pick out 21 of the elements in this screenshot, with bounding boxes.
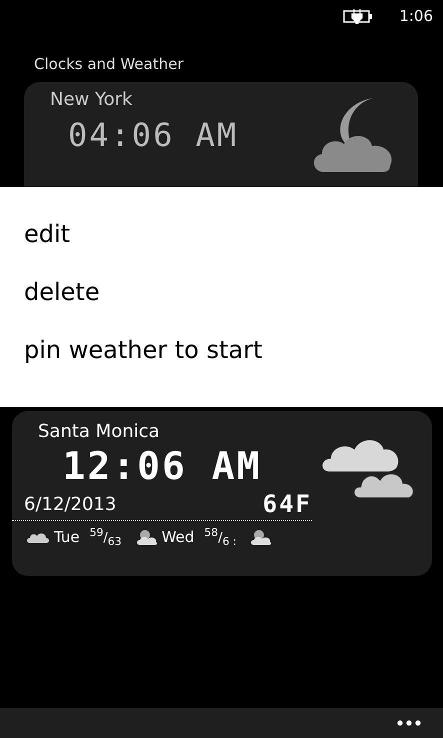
battery-charging-icon: [343, 8, 374, 24]
menu-item[interactable]: pin weather to start: [24, 335, 443, 393]
status-time: 1:06: [399, 7, 433, 25]
forecast-temps: $^{59}$/$_{63}$: [90, 526, 122, 548]
more-icon[interactable]: [397, 720, 421, 726]
city-name: New York: [49, 88, 134, 110]
city-card[interactable]: Santa Monica 12:06 AM 6/12/2013 64F Tue $^{59}$/$_{63}$ Wed $^{58}$/$_{6 :}$: [12, 411, 432, 576]
clock-time: 04:06 AM: [67, 115, 240, 154]
sun-cloud-icon: [250, 528, 272, 546]
forecast-day: Tue: [54, 528, 80, 546]
forecast-day: Wed: [162, 528, 194, 546]
forecast-temps: $^{58}$/$_{6 :}$: [204, 526, 236, 548]
clock-time: 12:06 AM: [61, 443, 263, 488]
app-title: Clocks and Weather: [33, 54, 184, 75]
menu-item[interactable]: delete: [24, 277, 443, 335]
date-text: 6/12/2013: [24, 494, 116, 514]
temperature: 64F: [262, 490, 312, 518]
city-name: Santa Monica: [37, 420, 161, 442]
menu-item[interactable]: edit: [24, 219, 443, 277]
sun-cloud-icon: [136, 528, 158, 546]
city-card[interactable]: New York 04:06 AM: [24, 82, 418, 187]
